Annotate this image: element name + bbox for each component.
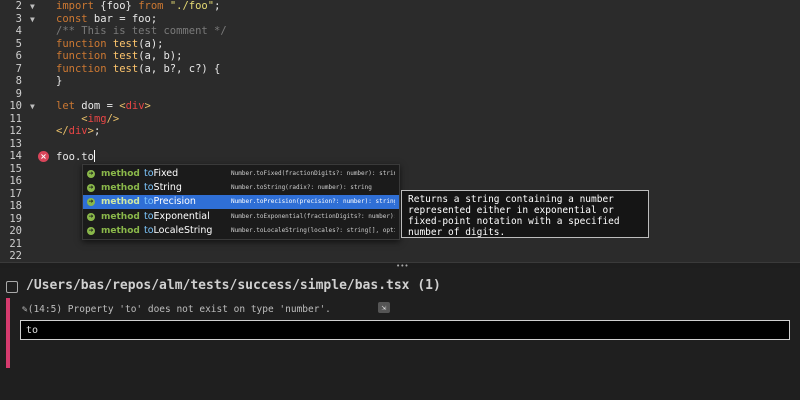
item-signature: Number.toExponential(fractionDigits?: nu… [231,212,395,220]
code-text: /** This is test comment */ [56,25,227,37]
code-line[interactable]: 12 </div>; [0,125,800,138]
method-icon: ➜ [87,184,95,193]
line-number: 4 [15,25,22,37]
line-number: 3 [15,12,22,25]
autocomplete-item[interactable]: ➜ method toLocaleString Number.toLocaleStri… [83,224,399,238]
code-text: function test(a, b?, c?) { [56,62,221,75]
autocomplete-item[interactable]: ➜ method toString Number.toString(radix?: n… [83,181,399,195]
code-text: function test(a, b); [56,50,183,62]
code-line[interactable]: 9 [0,88,800,101]
item-kind: method [101,183,140,194]
code-line[interactable]: 14 × foo.to [0,150,800,163]
line-number: 21 [9,237,22,250]
fold-arrow-icon[interactable]: ▼ [30,100,35,113]
code-line[interactable]: 11 <img/> [0,113,800,126]
errors-panel: /Users/bas/repos/alm/tests/success/simpl… [0,268,800,400]
autocomplete-item[interactable]: ➜ method toFixed Number.toFixed(fractionDig… [83,167,399,181]
code-line[interactable]: 10 ▼ let dom = <div> [0,100,800,113]
command-input[interactable] [20,320,790,340]
line-number: 15 [9,162,22,175]
item-name: toExponential [144,210,210,222]
file-path[interactable]: /Users/bas/repos/alm/tests/success/simpl… [26,276,441,296]
line-number: 5 [15,37,22,50]
line-number: 16 [9,175,22,187]
code-line[interactable]: 3 ▼ const bar = foo; [0,13,800,26]
code-line[interactable]: 5 function test(a); [0,38,800,51]
line-number: 18 [9,200,22,212]
line-number: 10 [9,100,22,112]
fold-arrow-icon[interactable]: ▼ [30,0,35,13]
goto-icon[interactable]: ⇲ [378,302,390,313]
item-kind: method [101,197,140,208]
code-text: <img/> [81,112,120,125]
code-text: </div>; [56,125,101,137]
line-number: 17 [9,187,22,200]
line-number: 8 [15,75,22,87]
error-entry: ✎(14:5) Property 'to' does not exist on … [6,298,800,396]
code-text: function test(a); [56,37,164,50]
documentation-tooltip: Returns a string containing a number rep… [401,190,649,238]
method-icon: ➜ [87,198,95,207]
line-number: 22 [9,250,22,262]
item-signature: Number.toFixed(fractionDigits?: number):… [231,170,395,177]
item-name: toLocaleString [144,224,213,236]
item-name: toPrecision [144,196,196,208]
code-line[interactable]: 7 function test(a, b?, c?) { [0,63,800,76]
line-number: 7 [15,62,22,75]
fold-arrow-icon[interactable]: ▼ [30,13,35,26]
code-line[interactable]: 8} [0,75,800,88]
error-message[interactable]: ✎(14:5) Property 'to' does not exist on … [22,304,331,315]
error-text: Property 'to' does not exist on type 'nu… [67,304,331,315]
line-number: 11 [9,112,22,125]
item-kind: method [101,169,140,179]
error-icon[interactable]: × [38,151,49,162]
code-text: let dom = <div> [56,100,151,112]
item-kind: method [101,225,140,236]
code-text: import {foo} from "./foo"; [56,0,221,12]
autocomplete-popup[interactable]: ➜ method toFixed Number.toFixed(fractionDig… [82,164,400,240]
line-number: 14 [9,150,22,162]
code-line[interactable]: 6 function test(a, b); [0,50,800,63]
code-line[interactable]: 2 ▼ import {foo} from "./foo"; [0,0,800,13]
item-kind: method [101,211,140,222]
autocomplete-item[interactable]: ➜ method toPrecision Number.toPrecision(pre… [83,195,399,210]
item-signature: Number.toString(radix?: number): string [231,184,372,192]
code-text: } [56,75,63,87]
line-number: 13 [9,137,22,150]
method-icon: ➜ [87,226,95,235]
autocomplete-item[interactable]: ➜ method toExponential Number.toExponential… [83,210,399,224]
error-file-header[interactable]: /Users/bas/repos/alm/tests/success/simpl… [0,276,800,296]
line-number: 12 [9,125,22,137]
line-number: 6 [15,50,22,62]
item-name: toFixed [144,168,179,179]
item-signature: Number.toLocaleString(locales?: string[]… [231,226,395,234]
method-icon: ➜ [87,212,95,221]
error-severity-bar [6,298,10,368]
code-line[interactable]: 4 /** This is test comment */ [0,25,800,38]
line-number: 20 [9,225,22,237]
line-number: 19 [9,212,22,225]
item-signature: Number.toPrecision(precision?: number): … [231,198,395,206]
line-number: 9 [15,87,22,100]
line-number: 2 [15,0,22,12]
code-line[interactable]: 13 [0,138,800,151]
code-line[interactable]: 22 [0,250,800,262]
code-text: const bar = foo; [56,12,158,25]
error-position: (14:5) [27,304,63,315]
method-icon: ➜ [87,170,95,178]
file-icon [6,281,18,293]
item-name: toString [144,182,182,194]
